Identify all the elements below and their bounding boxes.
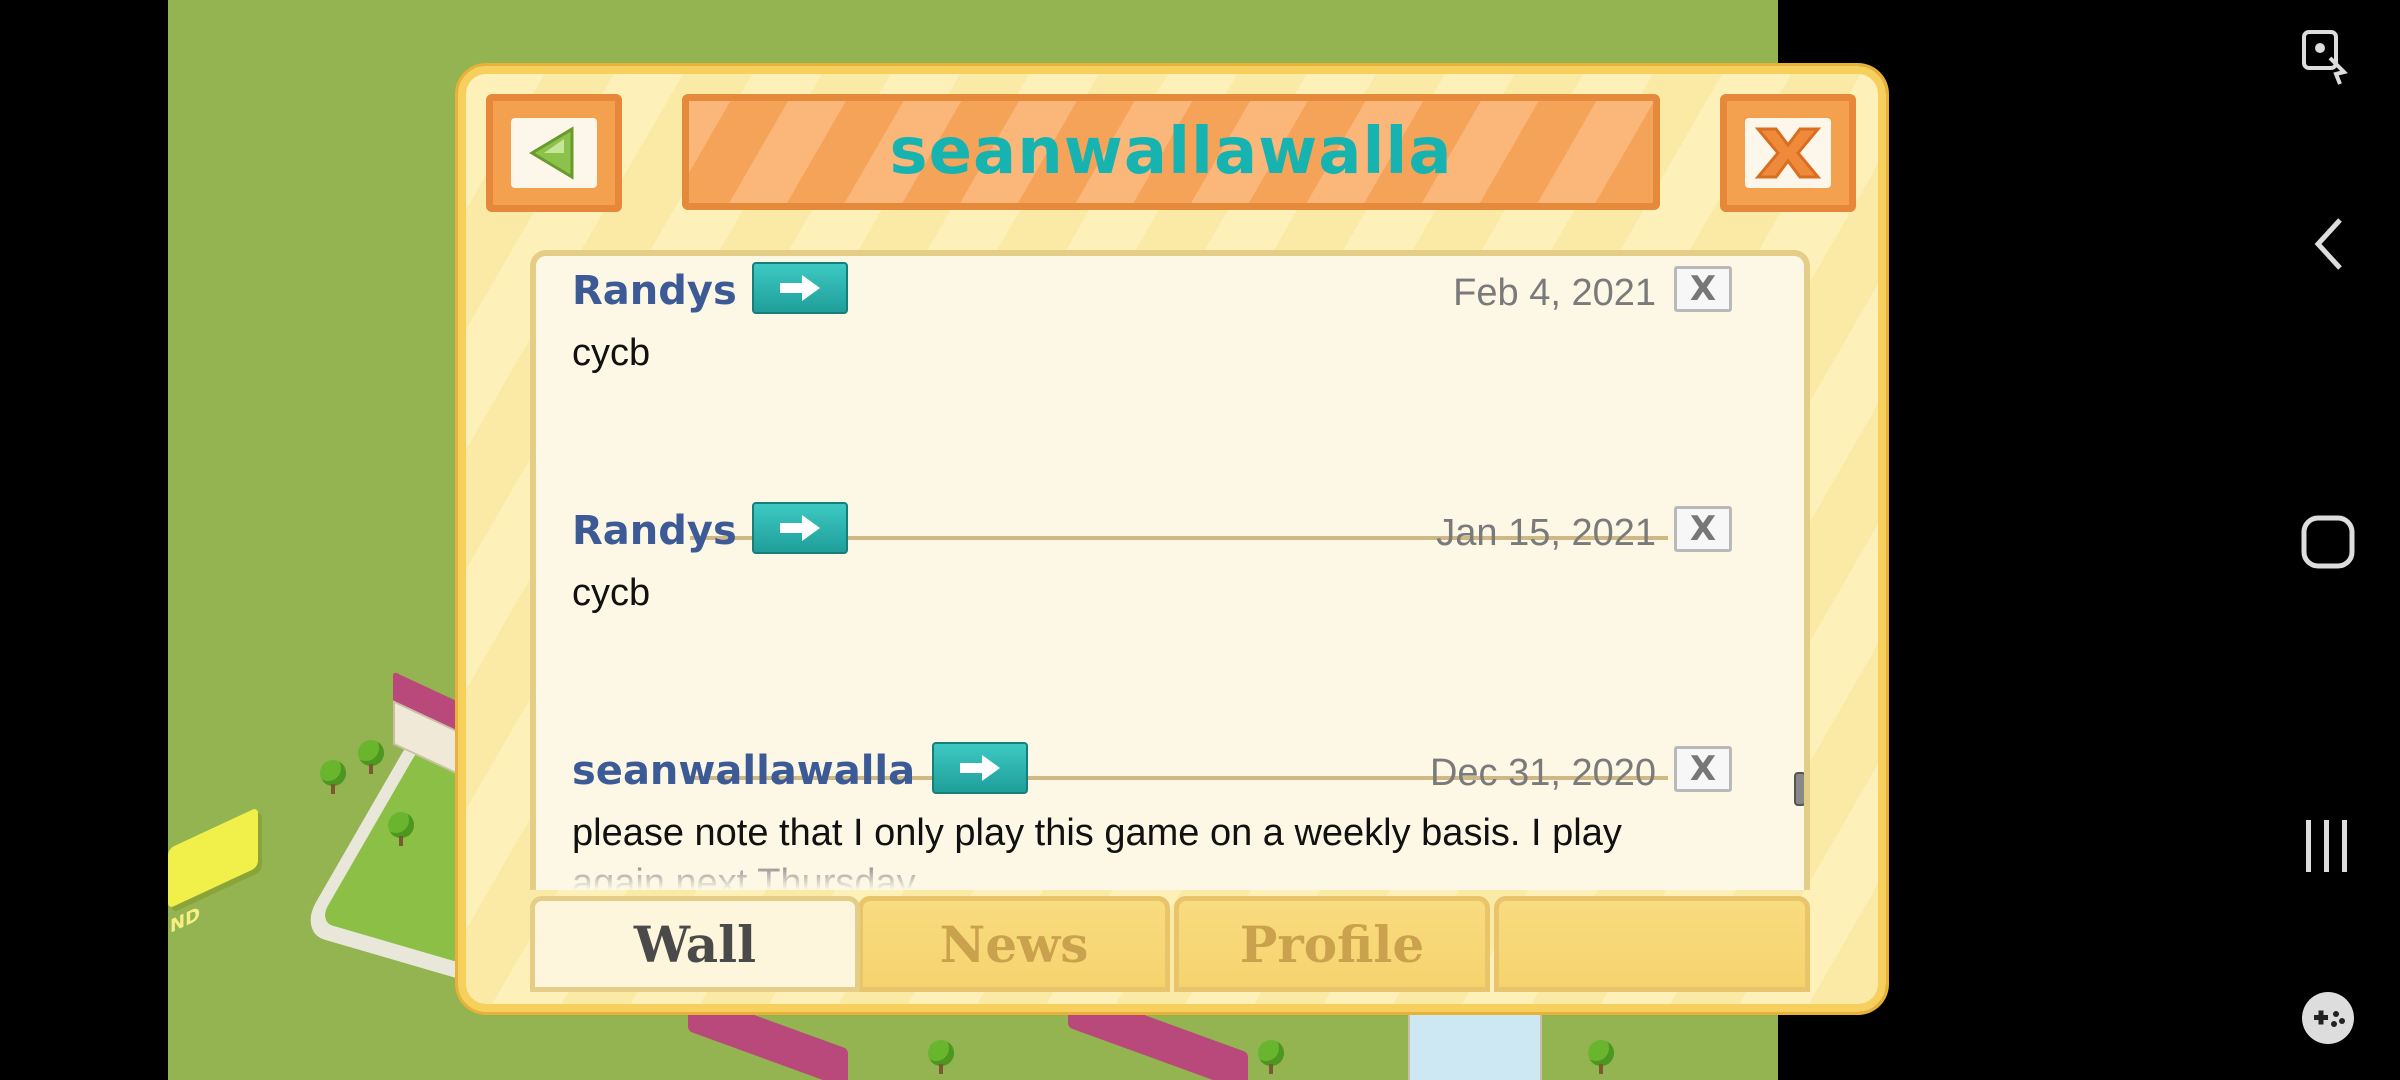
arrow-right-icon (960, 755, 1000, 781)
post-author[interactable]: seanwallawalla (572, 748, 915, 794)
back-arrow-icon (529, 126, 574, 180)
system-nav-bar (2176, 0, 2400, 1080)
post-date: Dec 31, 2020 (1429, 752, 1656, 794)
tree (1588, 1040, 1614, 1074)
nav-back-icon[interactable] (2310, 214, 2350, 278)
nav-recents-icon[interactable] (2302, 818, 2352, 878)
screen-lock-icon[interactable] (2300, 28, 2350, 92)
close-button[interactable] (1720, 94, 1856, 212)
post-date: Feb 4, 2021 (1453, 272, 1656, 314)
profile-name-title: seanwallawalla (889, 115, 1453, 189)
tree (320, 760, 346, 794)
visit-city-button[interactable] (752, 502, 848, 554)
delete-post-button[interactable]: X (1674, 266, 1732, 312)
wall-feed[interactable]: Randys Feb 4, 2021 X cycb Randys Jan 15,… (530, 250, 1810, 890)
delete-post-button[interactable]: X (1674, 746, 1732, 792)
yellow-arrow-sign[interactable] (168, 807, 258, 909)
back-button[interactable] (486, 94, 622, 212)
tab-profile[interactable]: Profile (1174, 896, 1490, 992)
visit-city-button[interactable] (932, 742, 1028, 794)
arrow-right-icon (780, 515, 820, 541)
tab-news[interactable]: News (858, 896, 1170, 992)
post-message: please note that I only play this game o… (572, 812, 1622, 854)
post-author[interactable]: Randys (572, 268, 737, 314)
tree (928, 1040, 954, 1074)
post-date: Jan 15, 2021 (1436, 512, 1656, 554)
tree (1258, 1040, 1284, 1074)
visit-city-button[interactable] (752, 262, 848, 314)
nav-home-icon[interactable] (2300, 514, 2356, 574)
game-controller-icon[interactable] (2300, 990, 2356, 1050)
delete-post-button[interactable]: X (1674, 506, 1732, 552)
left-letterbox (0, 0, 168, 1080)
post-message: cycb (572, 572, 651, 614)
scroll-fade (536, 868, 1804, 890)
building-bottom-3 (1408, 1000, 1542, 1080)
title-bar: seanwallawalla (682, 94, 1660, 210)
tab-label: News (939, 914, 1089, 974)
tree (388, 812, 414, 846)
tree (358, 740, 384, 774)
post-message: cycb (572, 332, 651, 374)
arrow-right-icon (780, 275, 820, 301)
tab-label: Wall (633, 914, 757, 974)
profile-dialog: seanwallawalla Randys Feb 4, 2021 X cycb… (458, 66, 1886, 1012)
close-x-icon (1754, 127, 1822, 179)
tab-label: Profile (1239, 914, 1425, 974)
post-author[interactable]: Randys (572, 508, 737, 554)
tab-empty[interactable] (1494, 896, 1810, 992)
scrollbar-thumb[interactable] (1794, 772, 1804, 806)
sign-text: ND (170, 903, 201, 938)
tab-wall[interactable]: Wall (530, 896, 860, 992)
